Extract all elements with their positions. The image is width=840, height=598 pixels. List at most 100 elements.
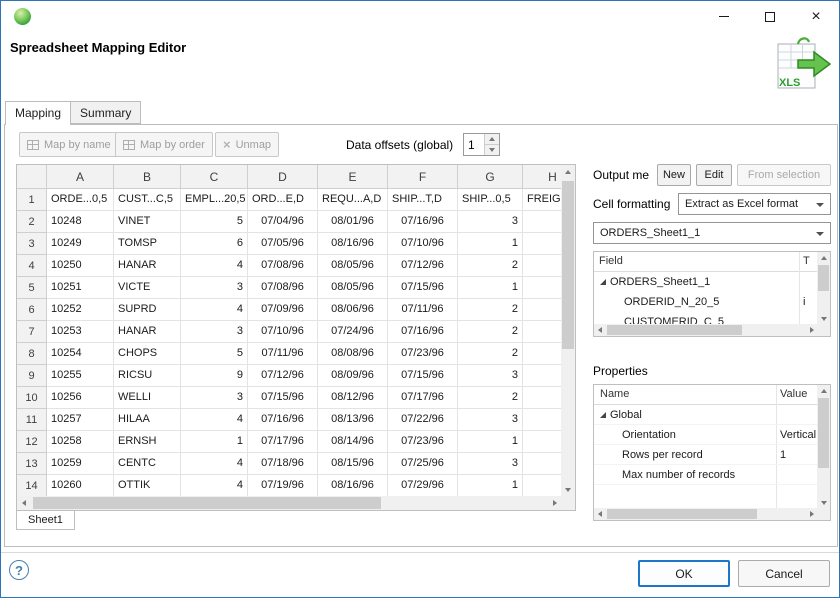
grid-cell[interactable]: 07/11/96 (248, 343, 318, 365)
grid-cell[interactable]: 07/08/96 (248, 277, 318, 299)
grid-cell[interactable] (523, 321, 561, 343)
row-header-5[interactable]: 5 (17, 277, 47, 299)
grid-cell[interactable]: 08/09/96 (318, 365, 388, 387)
grid-cell[interactable]: VINET (114, 211, 181, 233)
grid-corner-cell[interactable] (17, 165, 47, 189)
grid-cell[interactable] (523, 453, 561, 475)
column-header-f[interactable]: F (388, 165, 458, 189)
grid-cell[interactable]: 07/08/96 (248, 255, 318, 277)
grid-cell[interactable]: 6 (181, 233, 248, 255)
data-offsets-input[interactable] (464, 134, 484, 155)
grid-cell[interactable]: SHIP...0,5 (458, 189, 523, 211)
new-button[interactable]: New (657, 164, 691, 186)
type-column-header[interactable]: T (799, 252, 817, 271)
grid-cell[interactable] (523, 365, 561, 387)
grid-cell[interactable]: 10254 (47, 343, 114, 365)
properties-vertical-scrollbar[interactable] (817, 385, 830, 508)
grid-cell[interactable]: 2 (458, 343, 523, 365)
grid-cell[interactable]: 07/10/96 (388, 233, 458, 255)
grid-cell[interactable]: 07/16/96 (388, 211, 458, 233)
column-header-e[interactable]: E (318, 165, 388, 189)
map-by-name-button[interactable]: Map by name (19, 132, 119, 157)
value-column-header[interactable]: Value (776, 385, 817, 404)
output-mapping-dropdown[interactable]: ORDERS_Sheet1_1 (593, 222, 831, 244)
grid-cell[interactable]: 07/29/96 (388, 475, 458, 496)
grid-cell[interactable] (523, 431, 561, 453)
grid-cell[interactable]: 10250 (47, 255, 114, 277)
scroll-up-icon[interactable] (817, 385, 830, 396)
grid-cell[interactable]: 5 (181, 343, 248, 365)
grid-cell[interactable]: FREIG (523, 189, 561, 211)
tab-mapping[interactable]: Mapping (5, 101, 71, 125)
grid-cell[interactable]: 1 (458, 475, 523, 496)
scrollbar-thumb[interactable] (33, 497, 381, 509)
grid-cell[interactable]: 1 (181, 431, 248, 453)
row-header-11[interactable]: 11 (17, 409, 47, 431)
column-header-c[interactable]: C (181, 165, 248, 189)
grid-cell[interactable]: 07/18/96 (248, 453, 318, 475)
from-selection-button[interactable]: From selection (737, 164, 831, 186)
column-header-a[interactable]: A (47, 165, 114, 189)
grid-cell[interactable]: EMPL...20,5 (181, 189, 248, 211)
grid-cell[interactable]: 08/06/96 (318, 299, 388, 321)
grid-cell[interactable]: 4 (181, 409, 248, 431)
row-header-14[interactable]: 14 (17, 475, 47, 496)
grid-cell[interactable]: 3 (181, 387, 248, 409)
grid-cell[interactable]: 3 (458, 211, 523, 233)
ok-button[interactable]: OK (638, 560, 730, 587)
field-tree-row[interactable]: ORDERID_N_20_5i (594, 292, 817, 312)
grid-cell[interactable]: HANAR (114, 255, 181, 277)
column-header-d[interactable]: D (248, 165, 318, 189)
grid-cell[interactable]: 07/23/96 (388, 431, 458, 453)
grid-cell[interactable]: 10255 (47, 365, 114, 387)
grid-cell[interactable]: 08/16/96 (318, 233, 388, 255)
scroll-up-icon[interactable] (817, 252, 830, 263)
grid-cell[interactable]: 08/05/96 (318, 255, 388, 277)
property-row[interactable]: Max number of records (594, 465, 817, 485)
row-header-4[interactable]: 4 (17, 255, 47, 277)
grid-cell[interactable] (523, 255, 561, 277)
grid-cell[interactable]: 07/11/96 (388, 299, 458, 321)
scrollbar-thumb[interactable] (562, 181, 574, 349)
grid-cell[interactable]: 3 (181, 277, 248, 299)
grid-cell[interactable]: 1 (458, 233, 523, 255)
grid-cell[interactable]: ORDE...0,5 (47, 189, 114, 211)
grid-cell[interactable]: CENTC (114, 453, 181, 475)
field-column-header[interactable]: Field (594, 252, 799, 271)
grid-cell[interactable]: 07/12/96 (388, 255, 458, 277)
tab-summary[interactable]: Summary (71, 101, 141, 124)
field-tree-vertical-scrollbar[interactable] (817, 252, 830, 324)
scroll-right-icon[interactable] (806, 324, 817, 336)
grid-cell[interactable]: RICSU (114, 365, 181, 387)
spinner-down-button[interactable] (485, 144, 499, 155)
minimize-button[interactable] (701, 1, 747, 32)
property-row[interactable]: Global (594, 405, 817, 425)
grid-cell[interactable]: 08/15/96 (318, 453, 388, 475)
grid-cell[interactable]: 3 (458, 453, 523, 475)
column-header-b[interactable]: B (114, 165, 181, 189)
row-header-6[interactable]: 6 (17, 299, 47, 321)
grid-cell[interactable]: VICTE (114, 277, 181, 299)
row-header-1[interactable]: 1 (17, 189, 47, 211)
row-header-3[interactable]: 3 (17, 233, 47, 255)
maximize-button[interactable] (747, 1, 793, 32)
help-button[interactable]: ? (9, 560, 29, 580)
property-row[interactable]: OrientationVertical (594, 425, 817, 445)
grid-cell[interactable]: 10249 (47, 233, 114, 255)
tree-expander-icon[interactable] (600, 412, 606, 418)
grid-cell[interactable]: 08/16/96 (318, 475, 388, 496)
tree-expander-icon[interactable] (600, 279, 606, 285)
grid-cell[interactable]: 4 (181, 475, 248, 496)
grid-cell[interactable]: TOMSP (114, 233, 181, 255)
scroll-left-icon[interactable] (594, 508, 605, 520)
row-header-9[interactable]: 9 (17, 365, 47, 387)
grid-cell[interactable] (523, 277, 561, 299)
grid-cell[interactable]: 2 (458, 321, 523, 343)
field-tree-row[interactable]: ORDERS_Sheet1_1 (594, 272, 817, 292)
row-header-13[interactable]: 13 (17, 453, 47, 475)
grid-cell[interactable]: 07/15/96 (388, 365, 458, 387)
grid-cell[interactable]: 10252 (47, 299, 114, 321)
unmap-button[interactable]: × Unmap (215, 132, 279, 157)
scrollbar-thumb[interactable] (818, 265, 829, 291)
grid-cell[interactable]: 08/13/96 (318, 409, 388, 431)
